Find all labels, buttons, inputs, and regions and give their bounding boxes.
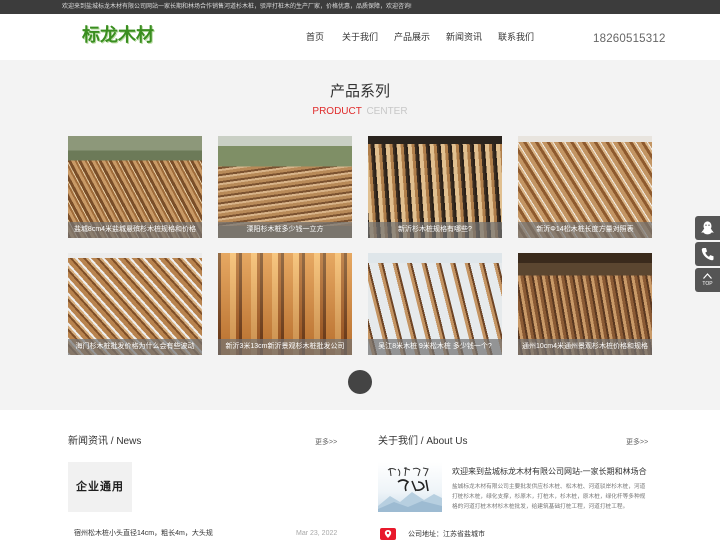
company-address: 公司地址：江苏省盐城市 — [408, 531, 485, 538]
product-caption: 新沂Φ14松木桩长度方量对照表 — [518, 222, 652, 238]
product-card[interactable]: 吴江8米木桩 9米松木桩 多少钱一个? — [368, 253, 502, 355]
back-to-top-label: TOP — [702, 281, 713, 287]
subtitle-highlight: PRODUCT — [312, 106, 362, 117]
product-card[interactable]: 溧阳杉木桩多少钱一立方 — [218, 136, 352, 238]
nav-news[interactable]: 新闻资讯 — [446, 32, 482, 42]
about-description: 盐城标龙木材有限公司主要批发供应杉木桩、松木桩、河道驳岸杉木桩，河道打桩杉木桩，… — [452, 484, 646, 510]
back-to-top-button[interactable]: TOP — [695, 268, 720, 292]
about-headline-link[interactable]: 欢迎来到盐城标龙木材有限公司网站-一家长期和林场合 — [452, 467, 648, 477]
top-bar: 欢迎来到盐城标龙木材有限公司网站一家长期和林场合作销售河道杉木桩，驳岸打桩木的生… — [0, 0, 720, 14]
qq-contact-button[interactable] — [695, 216, 720, 240]
site-logo[interactable]: 标龙木材 — [82, 24, 154, 48]
product-caption: 海门杉木桩批发价格为什么会有些波动 — [68, 339, 202, 355]
product-caption: 溧阳杉木桩多少钱一立方 — [218, 222, 352, 238]
welcome-text: 欢迎来到盐城标龙木材有限公司网站一家长期和林场合作销售河道杉木桩，驳岸打桩木的生… — [62, 4, 412, 10]
news-banner-image: 企业通用 — [68, 462, 132, 512]
product-section: 产品系列 PRODUCT CENTER 盐城8cm4米盐城悬殡杉木桩规格和价格 … — [0, 60, 720, 410]
product-card[interactable]: 新沂杉木桩规格有哪些? — [368, 136, 502, 238]
product-card[interactable]: 通州10cm4米通州景观杉木桩价格和规格（ — [518, 253, 652, 355]
qq-icon — [701, 221, 714, 235]
news-item-title: 宿州松木桩小头直径14cm，粗长4m，大头规 — [74, 530, 213, 537]
about-more-link[interactable]: 更多>> — [626, 438, 648, 447]
section-subtitle: PRODUCT CENTER — [0, 106, 720, 118]
product-caption: 盐城8cm4米盐城悬殡杉木桩规格和价格 — [68, 222, 202, 238]
about-image — [378, 462, 442, 512]
arrow-up-icon — [703, 273, 712, 279]
product-card[interactable]: 新沂3米13cm新沂景观杉木桩批发公司 — [218, 253, 352, 355]
news-more-link[interactable]: 更多>> — [315, 438, 337, 447]
news-list-item[interactable]: 宿州松木桩小头直径14cm，粗长4m，大头规 Mar 23, 2022 — [74, 529, 338, 538]
phone-contact-button[interactable] — [695, 242, 720, 266]
subtitle-rest: CENTER — [366, 106, 408, 117]
product-card[interactable]: 新沂Φ14松木桩长度方量对照表 — [518, 136, 652, 238]
product-card[interactable]: 海门杉木桩批发价格为什么会有些波动 — [68, 253, 202, 355]
product-caption: 新沂杉木桩规格有哪些? — [368, 222, 502, 238]
phone-icon — [701, 248, 714, 261]
nav-home[interactable]: 首页 — [306, 32, 324, 42]
calligraphy-landscape-graphic — [378, 466, 442, 512]
section-title: 产品系列 — [329, 83, 390, 100]
product-caption: 通州10cm4米通州景观杉木桩价格和规格（ — [518, 339, 652, 355]
carousel-dot[interactable] — [348, 370, 372, 394]
location-icon — [380, 528, 396, 540]
product-caption: 吴江8米木桩 9米松木桩 多少钱一个? — [368, 339, 502, 355]
news-item-date: Mar 23, 2022 — [296, 530, 338, 537]
nav-about[interactable]: 关于我们 — [342, 32, 378, 42]
product-card[interactable]: 盐城8cm4米盐城悬殡杉木桩规格和价格 — [68, 136, 202, 238]
news-heading: 新闻资讯 / News — [68, 436, 142, 447]
nav-products[interactable]: 产品展示 — [394, 32, 430, 42]
about-heading: 关于我们 / About Us — [378, 436, 468, 447]
site-header: 标龙木材 首页 关于我们 产品展示 新闻资讯 联系我们 18260515312 — [0, 14, 720, 60]
nav-contact[interactable]: 联系我们 — [498, 32, 534, 42]
product-caption: 新沂3米13cm新沂景观杉木桩批发公司 — [218, 339, 352, 355]
phone-number: 18260515312 — [593, 33, 666, 45]
news-banner-text: 企业通用 — [76, 481, 124, 493]
